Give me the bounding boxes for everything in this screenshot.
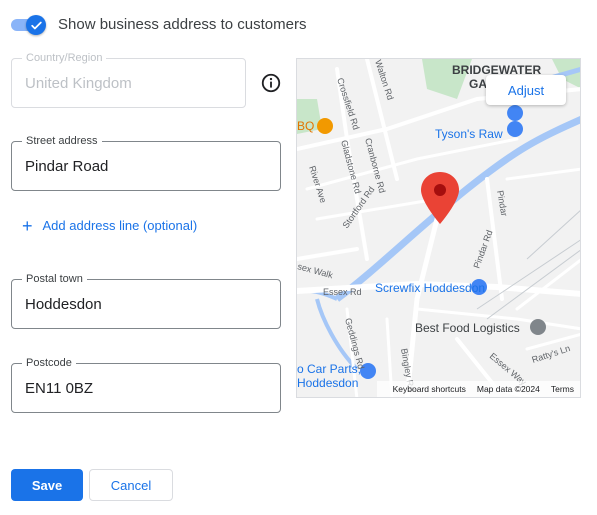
- map-label-pindar2: Pindar Rd: [471, 229, 494, 270]
- map-label-essexwalk: sex Walk: [297, 261, 334, 280]
- keyboard-shortcuts-link[interactable]: Keyboard shortcuts: [393, 384, 466, 394]
- map-attribution: Keyboard shortcuts Map data ©2024 Terms: [377, 381, 580, 397]
- tysons-poi-icon[interactable]: [507, 105, 524, 137]
- location-pin-icon[interactable]: [421, 172, 459, 224]
- bestfood-poi-icon[interactable]: [530, 319, 546, 335]
- street-address-label: Street address: [22, 134, 102, 148]
- street-address-field[interactable]: Street address Pindar Road: [11, 134, 281, 191]
- info-icon[interactable]: [260, 72, 282, 94]
- map-label-carparts1: o Car Parts,: [297, 362, 361, 376]
- street-address-value[interactable]: Pindar Road: [25, 158, 108, 175]
- toggle-label: Show business address to customers: [58, 16, 307, 33]
- postal-town-label: Postal town: [22, 272, 87, 286]
- map[interactable]: BRIDGEWATER GA Tyson's Raw BQ Screwfix H…: [296, 58, 581, 398]
- postcode-field[interactable]: Postcode EN11 0BZ: [11, 356, 281, 413]
- map-label-gladstone: Gladstone Rd: [339, 139, 363, 195]
- postal-town-field[interactable]: Postal town Hoddesdon: [11, 272, 281, 329]
- map-label-pindar1: Pindar: [495, 190, 509, 217]
- map-label-tysons: Tyson's Raw: [435, 127, 503, 141]
- map-label-carparts2: Hoddesdon: [297, 376, 358, 390]
- toggle-knob[interactable]: [26, 15, 46, 35]
- bbq-poi-icon[interactable]: [317, 118, 333, 134]
- postcode-label: Postcode: [22, 356, 76, 370]
- map-label-bbq: BQ: [297, 119, 314, 133]
- map-canvas[interactable]: BRIDGEWATER GA Tyson's Raw BQ Screwfix H…: [297, 59, 581, 398]
- country-region-field: Country/Region United Kingdom: [11, 51, 246, 108]
- plus-icon: +: [22, 215, 33, 236]
- add-address-line-button[interactable]: + Add address line (optional): [22, 215, 198, 236]
- map-label-crossfield: Crossfield Rd: [335, 77, 361, 131]
- postcode-value[interactable]: EN11 0BZ: [25, 380, 93, 397]
- map-label-bestfood: Best Food Logistics: [415, 321, 520, 335]
- save-button[interactable]: Save: [11, 469, 83, 501]
- add-address-line-label: Add address line (optional): [42, 218, 198, 233]
- show-address-toggle[interactable]: [11, 15, 46, 35]
- map-label-area2: GA: [469, 77, 487, 91]
- country-region-label: Country/Region: [22, 51, 107, 65]
- map-data-text: Map data ©2024: [476, 384, 540, 394]
- map-label-essexrd: Essex Rd: [323, 287, 362, 297]
- map-label-screwfix: Screwfix Hoddesdon: [375, 281, 485, 295]
- terms-link[interactable]: Terms: [551, 384, 574, 394]
- check-icon: [30, 21, 42, 29]
- cancel-button[interactable]: Cancel: [89, 469, 173, 501]
- country-region-value: United Kingdom: [25, 75, 132, 92]
- adjust-map-button[interactable]: Adjust: [486, 75, 566, 105]
- postal-town-value[interactable]: Hoddesdon: [25, 296, 102, 313]
